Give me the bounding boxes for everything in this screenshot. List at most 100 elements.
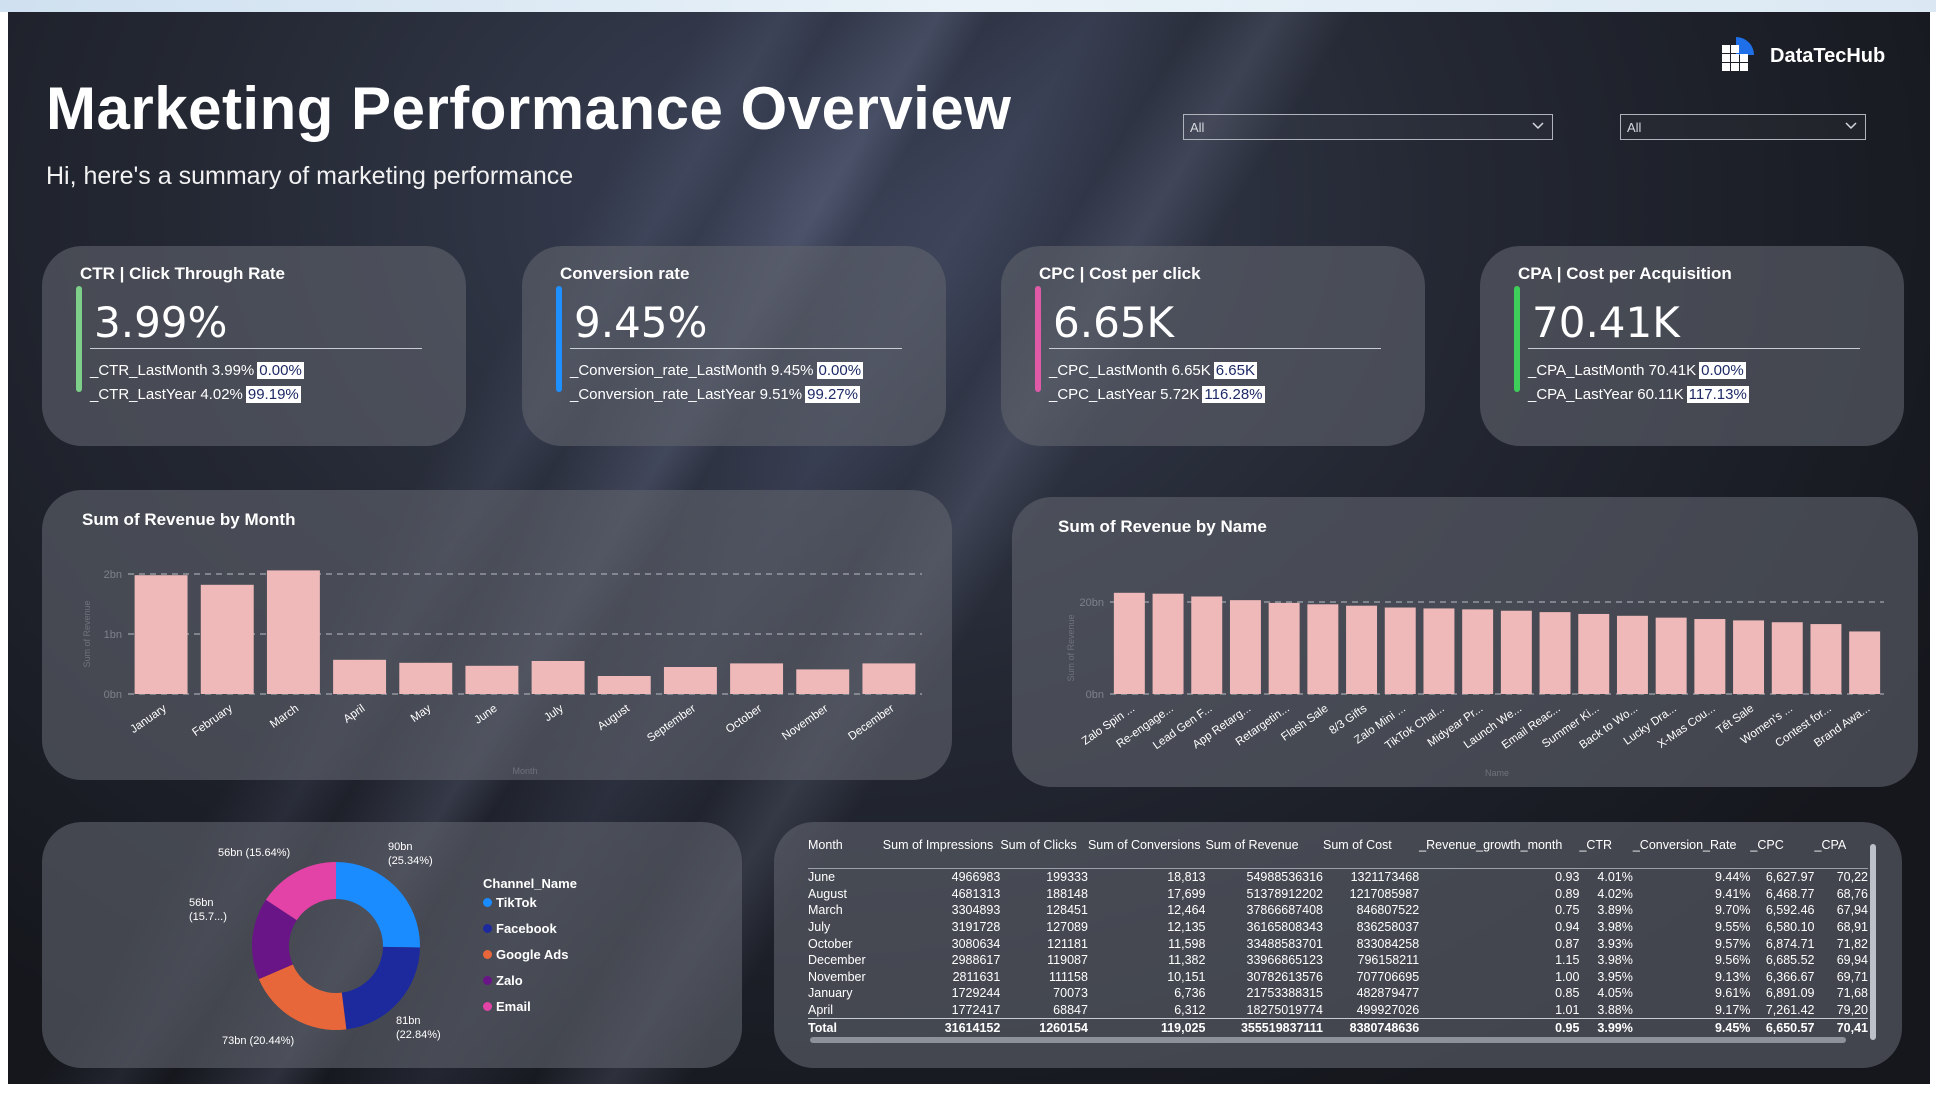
kpi-value: 9.45% <box>574 298 708 347</box>
legend-item-zalo[interactable]: Zalo <box>483 973 523 988</box>
table-cell: 71,68 <box>1836 986 1868 1001</box>
table-cell: 1321173468 <box>1350 870 1420 885</box>
table-cell: 68,91 <box>1836 920 1868 935</box>
table-row[interactable]: November 2811631 111158 10,151 30782613576 70… <box>808 969 1868 986</box>
table-cell: 9.55% <box>1714 920 1751 935</box>
column-header[interactable]: Sum of Cost <box>1323 838 1420 869</box>
column-header[interactable]: Sum of Clicks <box>1000 838 1088 869</box>
table-cell: 127089 <box>1046 920 1088 935</box>
table-cell: 8380748636 <box>1323 1018 1420 1036</box>
kpi-last-year: _CPA_LastYear 60.11K 117.13% <box>1528 386 1749 403</box>
kpi-last-year-pct: 99.19% <box>245 386 301 403</box>
table-row[interactable]: March 3304893 128451 12,464 37866687408 84680… <box>808 902 1868 919</box>
bar-15 <box>1655 617 1687 694</box>
table-cell: 18275019774 <box>1246 1003 1323 1018</box>
table-cell: 37866687408 <box>1246 903 1323 918</box>
kpi-title: Conversion rate <box>560 264 690 283</box>
legend-item-email[interactable]: Email <box>483 999 531 1014</box>
legend-item-facebook[interactable]: Facebook <box>483 921 557 936</box>
brand-name: DataTecHub <box>1770 44 1886 67</box>
kpi-divider <box>90 348 422 349</box>
page-subtitle: Hi, here's a summary of marketing perfor… <box>46 162 574 190</box>
kpi-last-month: _CPC_LastMonth 6.65K 6.65K <box>1049 362 1257 379</box>
table-cell: 0.85 <box>1555 986 1580 1001</box>
kpi-accent-bar <box>1514 286 1520 392</box>
table-cell: 3191728 <box>951 920 1001 935</box>
bar-19 <box>1810 624 1842 694</box>
table-cell: 6,874.71 <box>1765 936 1815 951</box>
kpi-last-month: _CPA_LastMonth 70.41K 0.00% <box>1528 362 1746 379</box>
bar-14 <box>1616 615 1648 694</box>
table-cell: 3304893 <box>951 903 1001 918</box>
column-header[interactable]: _CTR <box>1579 838 1633 869</box>
kpi-card-cpa: CPA | Cost per Acquisition 70.41K _CPA_L… <box>1480 246 1904 446</box>
filter-dropdown-2-value: All <box>1627 120 1642 135</box>
legend-item-tiktok[interactable]: TikTok <box>483 895 537 910</box>
bar-18 <box>1771 622 1803 694</box>
x-tick-label: June <box>472 703 499 727</box>
column-header[interactable]: Sum of Conversions <box>1087 838 1206 869</box>
table-cell: 499927026 <box>1356 1003 1420 1018</box>
table-cell: 0.75 <box>1555 903 1580 918</box>
monthly-metrics-table[interactable]: Month Sum of Impressions Sum of Clicks Sum … <box>808 838 1868 1036</box>
filter-dropdown-1[interactable]: All <box>1183 114 1553 140</box>
table-cell: January <box>808 986 853 1001</box>
table-cell: 6,627.97 <box>1765 870 1815 885</box>
table-row[interactable]: October 3080634 121181 11,598 33488583701 833… <box>808 935 1868 952</box>
table-cell: 67,94 <box>1836 903 1868 918</box>
x-tick-label: December <box>846 703 896 743</box>
kpi-divider <box>1049 348 1381 349</box>
legend-item-google-ads[interactable]: Google Ads <box>483 947 568 962</box>
y-tick-label: 2bn <box>104 569 122 581</box>
table-cell: 79,20 <box>1836 1003 1868 1018</box>
table-row[interactable]: January 1729244 70073 6,736 21753388315 48287… <box>808 985 1868 1002</box>
table-row[interactable]: December 2988617 119087 11,382 33966865123 79… <box>808 952 1868 969</box>
table-cell: 9.56% <box>1714 953 1751 968</box>
revenue-by-month-chart: 0bn 1bn 2bn Sum of Revenue Month January Febru… <box>82 569 922 776</box>
table-cell: 36165808343 <box>1246 920 1323 935</box>
kpi-last-year: _CPC_LastYear 5.72K 116.28% <box>1049 386 1265 403</box>
x-tick-label: February <box>190 702 235 738</box>
table-cell: 6,592.46 <box>1765 903 1815 918</box>
table-cell: 33488583701 <box>1246 936 1323 951</box>
kpi-value: 3.99% <box>94 298 228 347</box>
y-tick-label: 20bn <box>1080 597 1104 609</box>
column-header[interactable]: _CPC <box>1750 838 1815 869</box>
column-header[interactable]: _CPA <box>1814 838 1868 869</box>
revenue-by-name-panel[interactable]: Sum of Revenue by Name 0bn 20bn Sum of Rev… <box>1012 497 1918 787</box>
kpi-last-year-text: _CPC_LastYear 5.72K <box>1049 386 1200 403</box>
table-vertical-scrollbar[interactable] <box>1870 844 1876 1040</box>
column-header[interactable]: Month <box>808 838 883 869</box>
filter-dropdown-2[interactable]: All <box>1620 114 1866 140</box>
column-header[interactable]: Sum of Impressions <box>882 838 1001 869</box>
kpi-last-month-pct: 0.00% <box>1699 362 1746 379</box>
table-row[interactable]: April 1772417 68847 6,312 18275019774 4999270… <box>808 1002 1868 1019</box>
x-tick-label: January <box>128 702 169 735</box>
table-body: June 4966983 199333 18,813 54988536316 132117… <box>808 869 1868 1036</box>
table-cell: 9.45% <box>1632 1018 1751 1036</box>
bar-1 <box>134 575 188 694</box>
table-row[interactable]: July 3191728 127089 12,135 36165808343 836258… <box>808 919 1868 936</box>
column-header[interactable]: _Conversion_Rate <box>1632 838 1751 869</box>
column-header[interactable]: Sum of Revenue <box>1205 838 1323 869</box>
table-row[interactable]: June 4966983 199333 18,813 54988536316 132117… <box>808 869 1868 886</box>
bar-9 <box>663 667 717 694</box>
bar-2 <box>200 584 254 694</box>
table-cell: 7,261.42 <box>1765 1003 1815 1018</box>
table-cell: 18,813 <box>1167 870 1206 885</box>
donut-data-label-pct: (15.7...) <box>189 911 227 923</box>
table-cell: 0.87 <box>1555 936 1580 951</box>
x-tick-label: April <box>342 703 368 726</box>
table-row[interactable]: August 4681313 188148 17,699 51378912202 1217… <box>808 886 1868 903</box>
table-total-row[interactable]: Total 31614152 1260154 119,025 355519837111 8… <box>808 1018 1868 1036</box>
table-cell: 1.00 <box>1555 969 1580 984</box>
table-cell: 9.57% <box>1714 936 1751 951</box>
column-header[interactable]: _Revenue_growth_month <box>1419 838 1580 869</box>
table-horizontal-scrollbar[interactable] <box>810 1037 1846 1043</box>
revenue-by-month-panel[interactable]: Sum of Revenue by Month 0bn 1bn 2bn Sum of … <box>42 490 952 780</box>
table-cell: April <box>808 1003 834 1018</box>
bar-11 <box>1500 610 1532 694</box>
donut-data-label: 90bn <box>388 841 412 853</box>
bar-2 <box>1152 593 1184 694</box>
bar-4 <box>1229 600 1261 694</box>
